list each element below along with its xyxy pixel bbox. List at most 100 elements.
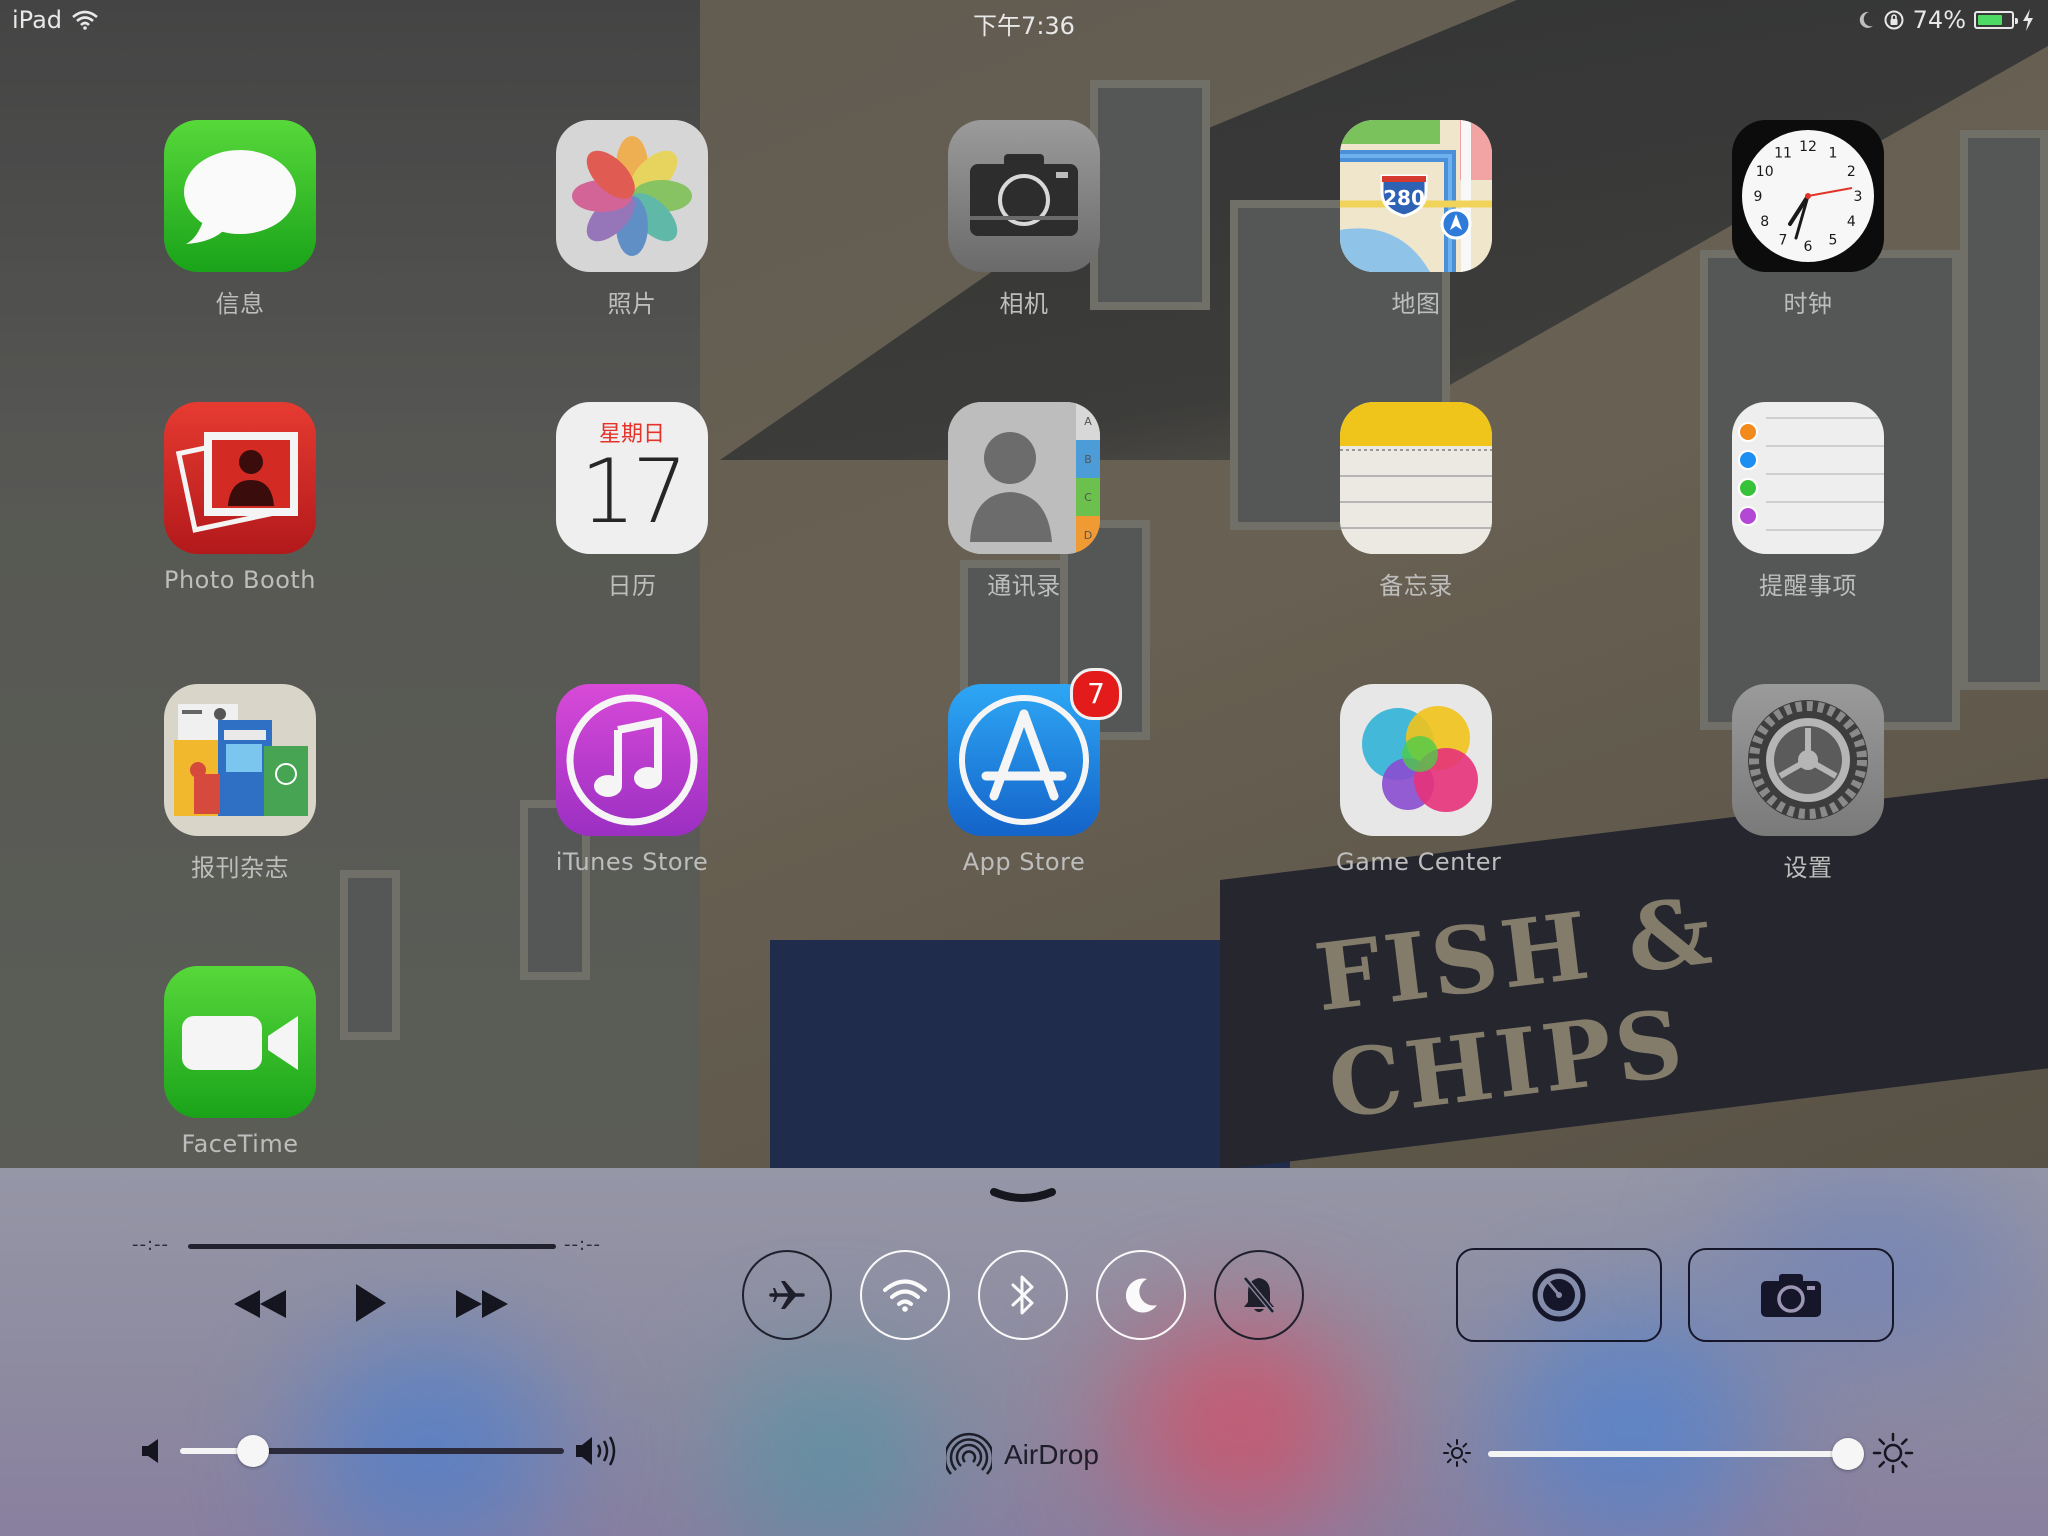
clock-numeral: 1 — [1829, 146, 1838, 162]
app-photos[interactable]: 照片 — [552, 120, 712, 319]
collapse-handle-icon[interactable] — [990, 1186, 1056, 1206]
app-messages[interactable]: 信息 — [160, 120, 320, 319]
calendar-day: 17 — [580, 440, 688, 543]
brightness-slider-fill[interactable] — [1488, 1451, 1848, 1457]
bg-blur-blob — [1500, 1308, 1760, 1536]
app-camera[interactable]: 相机 — [944, 120, 1104, 319]
music-elapsed-time: --:-- — [132, 1234, 170, 1255]
app-label: iTunes Store — [555, 848, 709, 876]
bg-blur-blob — [300, 1338, 560, 1536]
volume-slider-thumb[interactable] — [236, 1435, 269, 1467]
app-label: 时钟 — [1783, 290, 1833, 318]
app-app-store[interactable]: 7 App Store — [944, 668, 1122, 876]
app-facetime[interactable]: FaceTime — [160, 966, 320, 1158]
app-photo-booth[interactable]: Photo Booth — [160, 402, 320, 594]
app-label: 日历 — [607, 572, 657, 600]
app-label: 备忘录 — [1379, 572, 1453, 600]
charging-bolt-icon — [2023, 9, 2033, 31]
fast-forward-button[interactable] — [452, 1284, 512, 1324]
camera-icon — [1761, 1274, 1821, 1317]
status-bar: iPad 下午7:36 74% — [0, 0, 2048, 40]
timer-icon — [1532, 1268, 1586, 1322]
clock-numeral: 2 — [1847, 164, 1856, 180]
app-notes[interactable]: 备忘录 — [1336, 402, 1496, 601]
music-progress-bar[interactable] — [188, 1244, 556, 1249]
app-label: 相机 — [999, 290, 1049, 318]
moon-icon — [1125, 1278, 1157, 1313]
contacts-tab-letter: D — [1084, 529, 1092, 542]
app-reminders[interactable]: 提醒事项 — [1728, 402, 1888, 601]
battery-icon — [1974, 11, 2018, 29]
volume-max-icon — [576, 1436, 616, 1466]
airplane-icon — [769, 1281, 805, 1309]
clock-numeral: 5 — [1829, 232, 1838, 248]
itunes-store-icon — [556, 684, 708, 836]
contacts-tab-letter: A — [1084, 415, 1092, 428]
notes-icon — [1340, 402, 1492, 554]
timer-button[interactable] — [1456, 1248, 1662, 1342]
app-clock[interactable]: 12 1 2 3 4 5 6 7 8 9 10 11 时钟 — [1728, 120, 1888, 319]
bluetooth-icon — [1011, 1275, 1034, 1315]
app-label: 地图 — [1391, 290, 1441, 318]
battery-fill — [1978, 15, 2002, 25]
settings-icon — [1732, 684, 1884, 836]
app-label: 设置 — [1783, 854, 1833, 882]
app-maps[interactable]: 280 地图 — [1336, 120, 1496, 319]
app-label: Game Center — [1336, 848, 1502, 876]
contacts-icon: A B C D — [948, 402, 1100, 554]
airdrop-label: AirDrop — [1004, 1439, 1099, 1470]
app-itunes-store[interactable]: iTunes Store — [552, 684, 712, 876]
app-label: App Store — [962, 848, 1086, 876]
brightness-slider-thumb[interactable] — [1832, 1438, 1864, 1470]
bg-blur-blob — [720, 1358, 940, 1536]
clock-numeral: 3 — [1854, 189, 1863, 205]
bg-blur-blob — [1120, 1318, 1360, 1528]
app-settings[interactable]: 设置 — [1728, 684, 1888, 883]
reminders-icon — [1732, 402, 1884, 554]
rewind-button[interactable] — [230, 1284, 290, 1324]
app-label: 照片 — [607, 290, 657, 318]
app-game-center[interactable]: Game Center — [1336, 684, 1502, 876]
app-newsstand[interactable]: 报刊杂志 — [160, 684, 320, 883]
control-center: --:-- --:-- AirDrop — [0, 1168, 2048, 1536]
newsstand-icon — [164, 684, 316, 836]
clock-numeral: 11 — [1774, 146, 1792, 162]
wifi-toggle[interactable] — [860, 1250, 950, 1340]
mute-toggle[interactable] — [1214, 1250, 1304, 1340]
maps-route-number: 280 — [1383, 186, 1425, 210]
status-time: 下午7:36 — [973, 12, 1075, 40]
camera-icon — [948, 120, 1100, 272]
airdrop-button[interactable]: AirDrop — [946, 1432, 1099, 1478]
rotation-lock-icon — [1884, 10, 1904, 30]
music-remaining-time: --:-- — [564, 1234, 602, 1255]
clock-numeral: 8 — [1760, 214, 1769, 230]
clock-numeral: 9 — [1754, 189, 1763, 205]
clock-numeral: 12 — [1799, 139, 1817, 155]
play-button[interactable] — [350, 1280, 390, 1326]
app-label: Photo Booth — [163, 566, 317, 594]
moon-icon — [1859, 11, 1873, 28]
bluetooth-toggle[interactable] — [978, 1250, 1068, 1340]
messages-icon — [164, 120, 316, 272]
app-label: 通讯录 — [987, 572, 1061, 600]
clock-numeral: 7 — [1779, 232, 1788, 248]
app-label: FaceTime — [181, 1130, 299, 1158]
app-contacts[interactable]: A B C D 通讯录 — [944, 402, 1104, 601]
camera-button[interactable] — [1688, 1248, 1894, 1342]
game-center-icon — [1340, 684, 1492, 836]
wifi-icon — [883, 1279, 927, 1312]
app-label: 提醒事项 — [1759, 572, 1857, 600]
clock-icon: 12 1 2 3 4 5 6 7 8 9 10 11 — [1732, 120, 1884, 272]
volume-slider-track[interactable] — [252, 1448, 564, 1454]
facetime-icon — [164, 966, 316, 1118]
airdrop-icon — [946, 1432, 992, 1475]
app-store-badge: 7 — [1070, 668, 1122, 720]
brightness-max-icon — [1872, 1432, 1914, 1474]
calendar-icon: 星期日 17 — [556, 402, 708, 554]
airplane-mode-toggle[interactable] — [742, 1250, 832, 1340]
app-label: 报刊杂志 — [191, 854, 289, 882]
app-calendar[interactable]: 星期日 17 日历 — [552, 402, 712, 601]
app-label: 信息 — [215, 290, 265, 318]
do-not-disturb-toggle[interactable] — [1096, 1250, 1186, 1340]
photo-booth-icon — [164, 402, 316, 554]
